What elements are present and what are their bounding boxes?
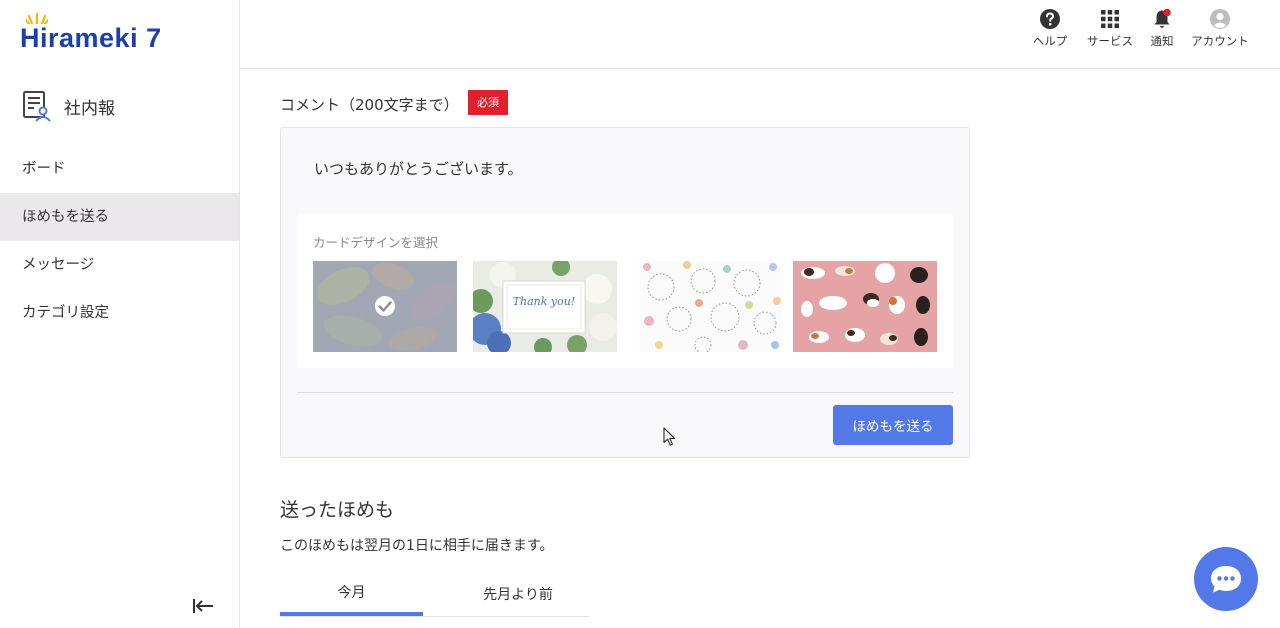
sidebar: Hirameki 7 社内報 ボード ほめもを送る メッセージ カテゴリ設定 — [0, 0, 240, 628]
selected-check-icon — [375, 296, 395, 316]
app-logo[interactable]: Hirameki 7 — [20, 12, 162, 58]
thank-you-text: Thank you! — [512, 295, 576, 308]
grid-icon — [1101, 10, 1119, 28]
design-selector-title: カードデザインを選択 — [313, 235, 439, 250]
fireworks-pattern-image — [639, 261, 783, 352]
notifications-button[interactable]: 通知 — [1146, 8, 1178, 49]
mouse-cursor-icon — [663, 427, 676, 446]
sent-tabs: 今月 先月より前 — [280, 570, 590, 617]
send-homemo-button[interactable]: ほめもを送る — [833, 405, 953, 445]
bell-icon — [1154, 8, 1171, 28]
module-label: 社内報 — [64, 98, 115, 119]
sent-section-description: このほめもは翌月の1日に相手に届きます。 — [280, 538, 554, 554]
account-icon — [1210, 9, 1230, 29]
comment-card-panel: いつもありがとうございます。 カードデザインを選択 Thank you! ほめも… — [280, 127, 970, 458]
account-button[interactable]: アカウント — [1188, 8, 1252, 49]
logo-burst-icon — [26, 12, 48, 24]
services-button[interactable]: サービス — [1084, 8, 1136, 49]
logo-text: Hirameki 7 — [20, 22, 162, 53]
main-content: コメント（200文字まで） 必須 いつもありがとうございます。 カードデザインを… — [240, 70, 1280, 628]
top-header: ヘルプ サービス 通知 アカウント — [240, 0, 1280, 69]
sidebar-nav: ボード ほめもを送る メッセージ カテゴリ設定 — [0, 145, 239, 337]
notifications-label: 通知 — [1150, 34, 1174, 48]
sent-section-title: 送ったほめも — [280, 499, 395, 521]
design-option-watercolor[interactable] — [313, 261, 457, 352]
panel-divider — [297, 392, 953, 393]
cats-pattern-image — [793, 261, 937, 352]
comment-input[interactable]: いつもありがとうございます。 — [314, 158, 523, 179]
module-header: 社内報 — [22, 90, 115, 122]
card-design-selector: カードデザインを選択 Thank you! — [297, 214, 953, 368]
services-label: サービス — [1087, 34, 1133, 48]
design-option-fireworks[interactable] — [639, 261, 783, 352]
sidebar-item-send-homemo[interactable]: ほめもを送る — [0, 193, 239, 241]
notification-dot — [1163, 8, 1171, 17]
required-badge: 必須 — [468, 90, 508, 115]
chat-bubble-icon — [1211, 566, 1241, 593]
design-option-thank-you[interactable]: Thank you! — [473, 261, 617, 352]
help-button[interactable]: ヘルプ — [1028, 8, 1072, 49]
chat-support-button[interactable] — [1194, 547, 1258, 611]
sidebar-item-category-settings[interactable]: カテゴリ設定 — [0, 289, 239, 337]
design-option-cats[interactable] — [793, 261, 937, 352]
comment-label: コメント（200文字まで） — [280, 96, 459, 114]
help-icon — [1040, 9, 1060, 29]
account-label: アカウント — [1191, 34, 1249, 48]
newsletter-icon — [23, 91, 51, 122]
tab-before-last-month[interactable]: 先月より前 — [433, 584, 603, 604]
sidebar-item-messages[interactable]: メッセージ — [0, 241, 239, 289]
sidebar-item-board[interactable]: ボード — [0, 145, 239, 193]
help-label: ヘルプ — [1032, 34, 1068, 48]
active-tab-indicator — [280, 612, 423, 616]
tab-this-month[interactable]: 今月 — [280, 582, 423, 602]
collapse-left-icon[interactable] — [192, 596, 214, 616]
watercolor-leaves-image — [313, 261, 457, 352]
